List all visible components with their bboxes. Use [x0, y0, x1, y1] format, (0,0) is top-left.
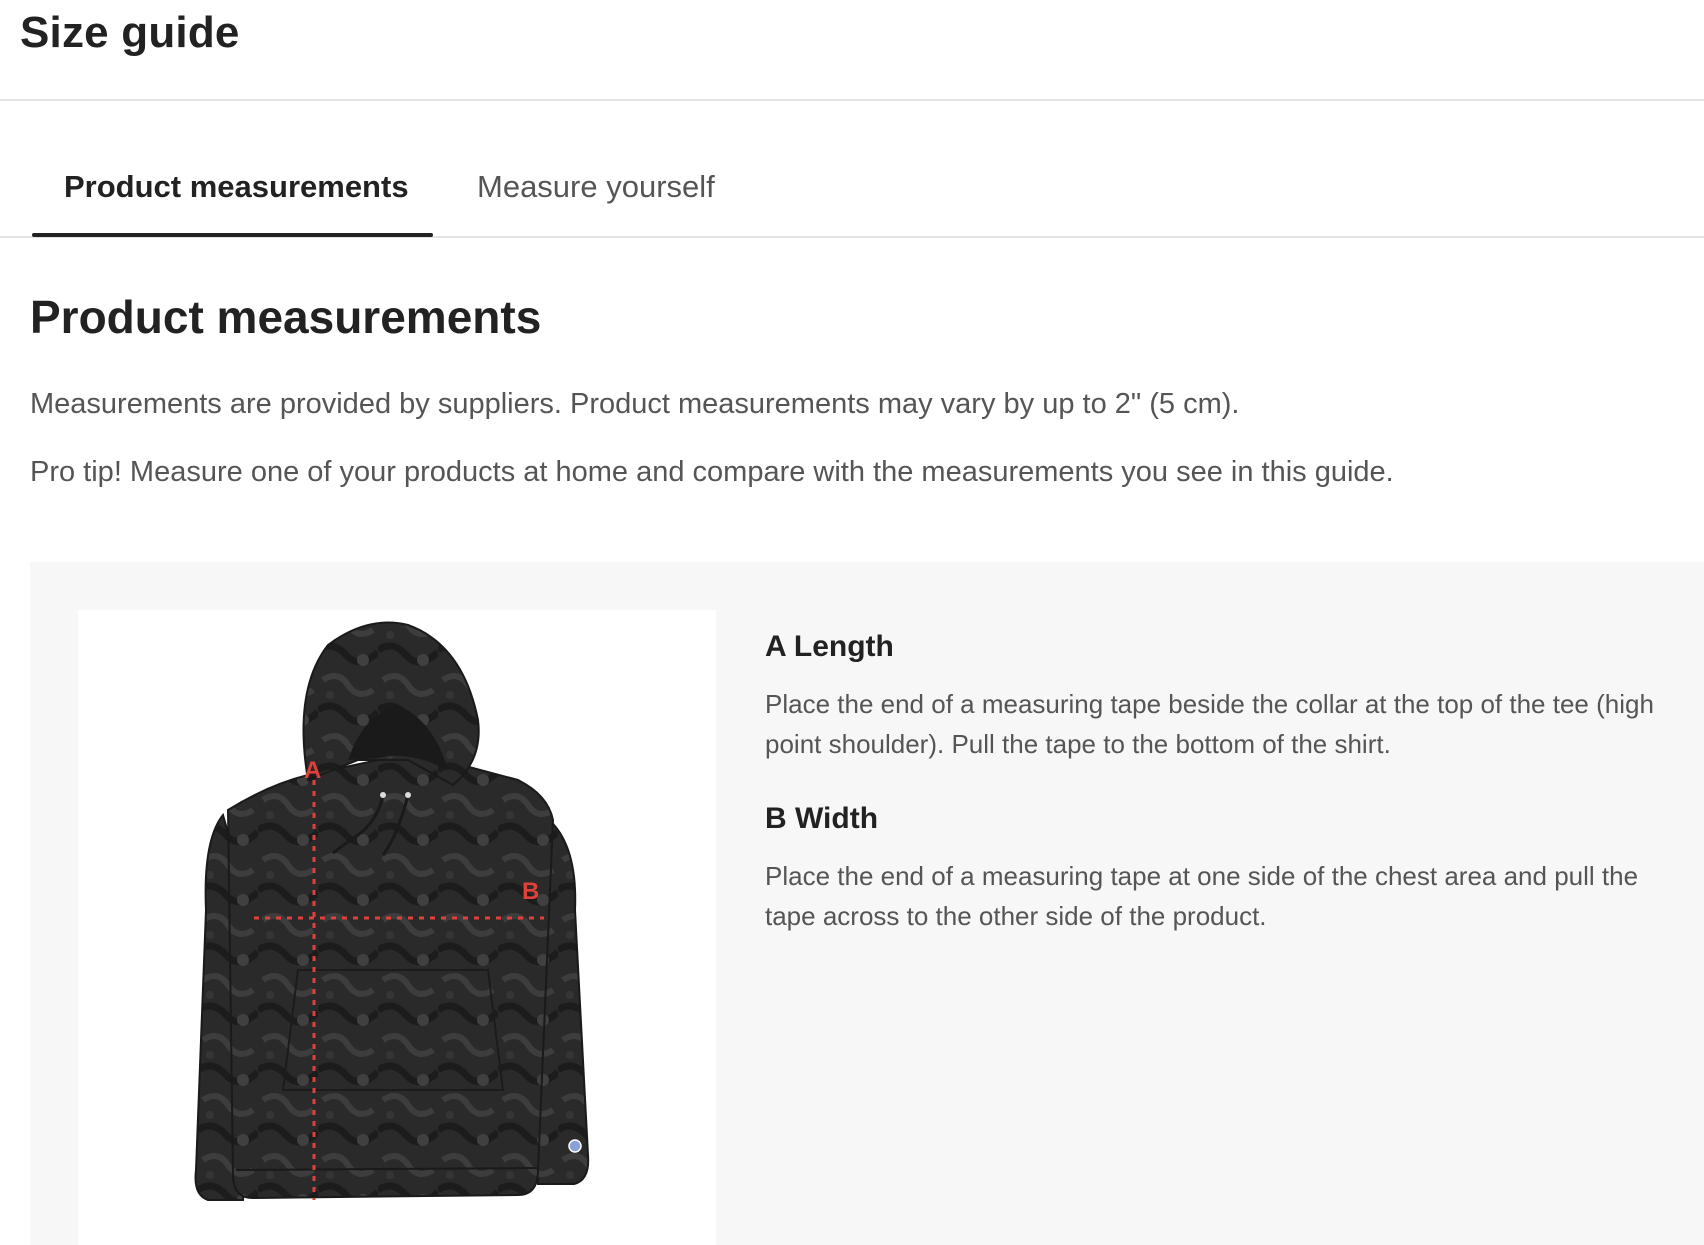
tab-product-measurements[interactable]: Product measurements — [64, 169, 409, 205]
width-description: Place the end of a measuring tape at one… — [765, 861, 1639, 931]
active-tab-indicator — [32, 233, 433, 237]
supplier-note: Measurements are provided by suppliers. … — [30, 388, 1240, 420]
length-description: Place the end of a measuring tape beside… — [765, 689, 1654, 759]
hoodie-image: A B — [78, 610, 716, 1245]
length-title: A Length — [765, 630, 894, 663]
pro-tip: Pro tip! Measure one of your products at… — [30, 456, 1394, 488]
section-title: Product measurements — [30, 291, 542, 343]
tab-measure-yourself[interactable]: Measure yourself — [477, 169, 715, 205]
page-title: Size guide — [20, 8, 240, 57]
length-measurement: A Length Place the end of a measuring ta… — [765, 630, 1695, 764]
measurement-panel: A B A Length Place the end of a measurin… — [30, 562, 1704, 1245]
marker-a: A — [304, 757, 321, 784]
marker-b: B — [522, 878, 539, 905]
width-title: B Width — [765, 802, 879, 835]
tab-bar: Product measurements Measure yourself — [0, 101, 1704, 238]
hoodie-diagram: A B — [194, 621, 590, 1201]
width-measurement: B Width Place the end of a measuring tap… — [765, 802, 1695, 936]
modal-header: Size guide — [0, 0, 1704, 101]
